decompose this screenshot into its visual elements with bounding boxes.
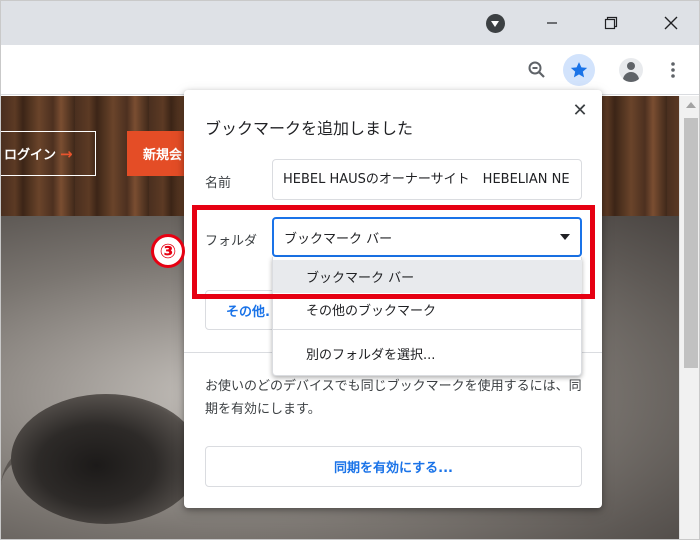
arrow-right-icon: → bbox=[60, 144, 73, 163]
bookmark-name-input[interactable]: HEBEL HAUSのオーナーサイト HEBELIAN NE bbox=[272, 159, 582, 200]
enable-sync-button[interactable]: 同期を有効にする... bbox=[205, 446, 582, 487]
hero-photo-eye bbox=[11, 394, 201, 524]
annotation-highlight-box bbox=[192, 205, 595, 299]
more-menu-icon[interactable] bbox=[657, 54, 689, 86]
download-menu-icon[interactable] bbox=[482, 10, 508, 36]
close-window-icon[interactable] bbox=[658, 10, 684, 36]
menu-divider bbox=[273, 329, 582, 330]
browser-toolbar bbox=[1, 45, 699, 95]
close-icon[interactable]: ✕ bbox=[570, 100, 590, 121]
sync-promo-text: お使いのどのデバイスでも同じブックマークを使用するには、同期を有効にします。 bbox=[205, 379, 582, 417]
dialog-title: ブックマークを追加しました bbox=[205, 119, 414, 138]
login-label: ログイン bbox=[4, 148, 57, 163]
title-bar bbox=[1, 1, 699, 45]
profile-avatar-icon[interactable] bbox=[615, 54, 647, 86]
page-scrollbar[interactable] bbox=[679, 96, 699, 539]
restore-icon[interactable] bbox=[598, 10, 624, 36]
scroll-thumb[interactable] bbox=[684, 118, 698, 368]
bookmark-star-icon[interactable] bbox=[563, 54, 595, 86]
minimize-icon[interactable] bbox=[539, 10, 565, 36]
browser-window: ログイン → 新規会 ブックマークを追加しました ✕ 名前 HEBEL HAUS… bbox=[0, 0, 700, 540]
zoom-icon[interactable] bbox=[521, 54, 553, 86]
annotation-step-badge: ③ bbox=[151, 234, 185, 268]
scroll-up-arrow-icon[interactable] bbox=[686, 102, 696, 108]
login-button[interactable]: ログイン → bbox=[1, 131, 96, 176]
menu-item-choose-folder[interactable]: 別のフォルダを選択... bbox=[273, 337, 582, 370]
name-label: 名前 bbox=[205, 176, 232, 191]
